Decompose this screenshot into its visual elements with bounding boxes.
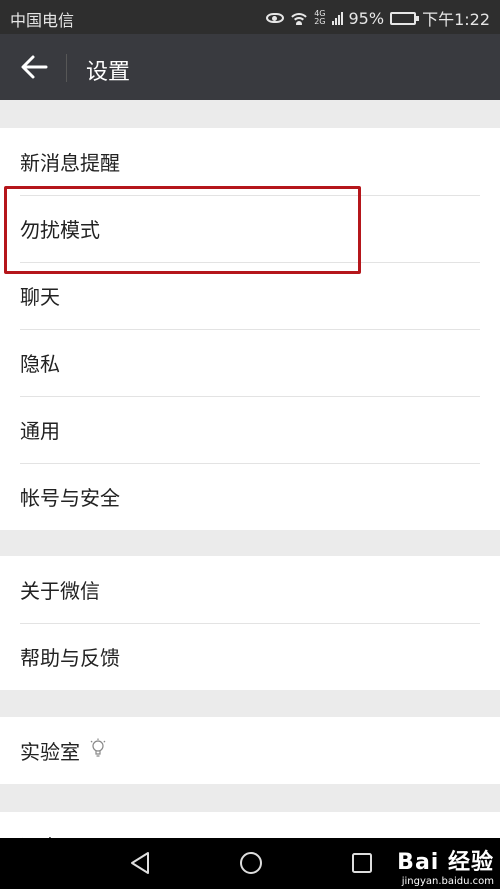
- settings-item-label: 关于微信: [20, 579, 100, 603]
- lightbulb-icon: [90, 738, 106, 763]
- settings-item-help-feedback[interactable]: 帮助与反馈: [0, 623, 500, 690]
- settings-item-do-not-disturb[interactable]: 勿扰模式: [0, 195, 500, 262]
- settings-item-account-security[interactable]: 帐号与安全: [0, 463, 500, 530]
- nav-recents-icon[interactable]: [350, 850, 374, 880]
- settings-item-label: 勿扰模式: [20, 218, 100, 242]
- carrier-label: 中国电信: [10, 11, 75, 30]
- wifi-icon: [290, 11, 309, 25]
- settings-item-privacy[interactable]: 隐私: [0, 329, 500, 396]
- settings-item-about-wechat[interactable]: 关于微信: [0, 556, 500, 623]
- settings-item-general[interactable]: 通用: [0, 396, 500, 463]
- network-type-label: 4G 2G: [314, 9, 326, 26]
- back-arrow-icon[interactable]: [20, 54, 48, 80]
- settings-item-label: 通用: [20, 419, 60, 443]
- signal-icon: [331, 11, 343, 25]
- settings-item-chat[interactable]: 聊天: [0, 262, 500, 329]
- eye-comfort-icon: [266, 13, 285, 23]
- status-bar: 中国电信 4G 2G 95% 下午1:22: [0, 0, 500, 34]
- nav-home-icon[interactable]: [238, 850, 264, 880]
- settings-group-lab: 实验室: [0, 717, 500, 784]
- settings-item-label: 帮助与反馈: [20, 646, 120, 670]
- settings-item-label: 新消息提醒: [20, 151, 120, 175]
- settings-item-label: 聊天: [20, 285, 60, 309]
- settings-group-main: 新消息提醒 勿扰模式 聊天 隐私 通用 帐号与安全: [0, 128, 500, 530]
- system-nav-bar: Bai 经验 jingyan.baidu.com: [0, 838, 500, 889]
- clock: 下午1:22: [422, 10, 490, 29]
- settings-item-new-message-alert[interactable]: 新消息提醒: [0, 128, 500, 195]
- watermark-sub: jingyan.baidu.com: [401, 876, 494, 887]
- settings-item-label: 实验室: [20, 740, 80, 764]
- nav-back-icon[interactable]: [128, 850, 152, 880]
- title-bar: 设置: [0, 34, 500, 100]
- battery-icon: [390, 11, 420, 25]
- baidu-watermark: Bai 经验 jingyan.baidu.com: [397, 844, 494, 887]
- settings-item-label: 帐号与安全: [20, 486, 120, 510]
- page-title: 设置: [86, 60, 131, 85]
- battery-percent: 95%: [348, 8, 385, 28]
- settings-item-lab[interactable]: 实验室: [0, 717, 500, 784]
- watermark-main: Bai 经验: [397, 850, 494, 875]
- title-divider: [66, 54, 67, 82]
- settings-group-about: 关于微信 帮助与反馈: [0, 556, 500, 690]
- settings-item-label: 隐私: [20, 352, 60, 376]
